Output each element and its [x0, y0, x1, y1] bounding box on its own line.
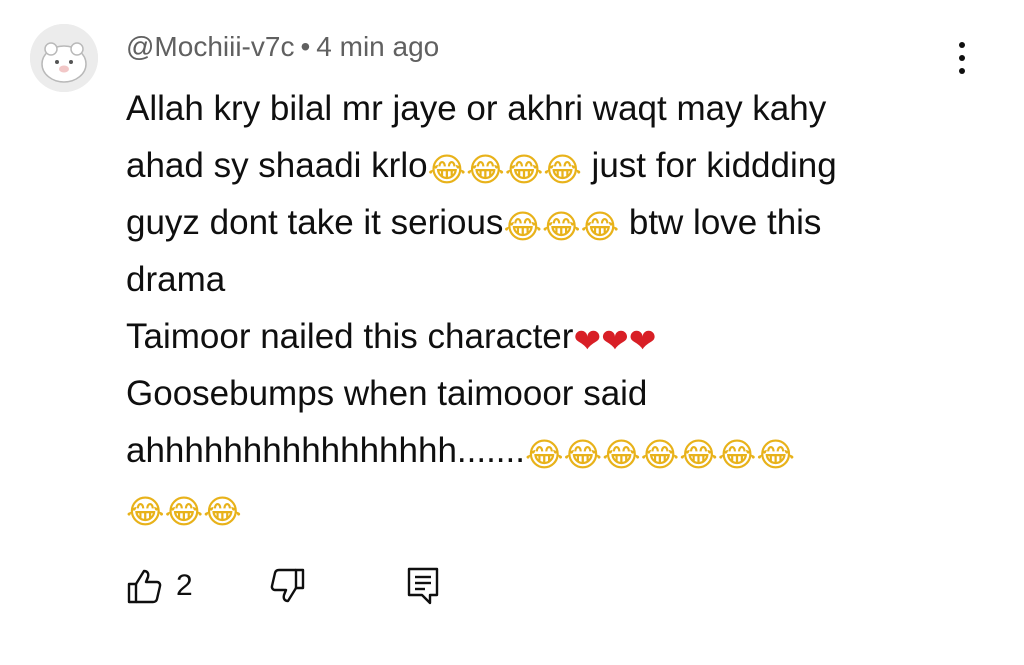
- thumbs-down-icon: [270, 568, 305, 603]
- thumbs-up-icon: [127, 569, 162, 604]
- comment-text: ahhhhhhhhhhhhhhhh.......: [126, 431, 525, 470]
- comment-text: ahad sy shaadi krlo: [126, 146, 428, 185]
- comment-body: Allah kry bilal mr jaye or akhri waqt ma…: [126, 80, 966, 536]
- comment-text: guyz dont take it serious: [126, 203, 504, 242]
- comment-line: Taimoor nailed this character❤❤❤: [126, 308, 966, 365]
- avatar-image: [30, 24, 98, 92]
- comment-meta: @Mochiii-v7c • 4 min ago: [126, 28, 439, 66]
- laughing-emoji: 😂: [756, 435, 795, 474]
- dislike-button[interactable]: [270, 566, 306, 606]
- more-vertical-icon-dot: [959, 55, 965, 61]
- laughing-emoji: 😂: [717, 435, 757, 474]
- laughing-emoji: 😂: [543, 150, 582, 189]
- comment-text: btw love this: [619, 203, 822, 242]
- red-heart-emoji: ❤: [573, 321, 602, 360]
- author-name[interactable]: @Mochiii-v7c: [126, 31, 294, 62]
- comment-line: guyz dont take it serious😂😂😂 btw love th…: [126, 194, 966, 251]
- laughing-emoji: 😂: [503, 207, 542, 246]
- reply-comment-icon: [407, 567, 439, 605]
- laughing-emoji: 😂: [542, 207, 581, 246]
- laughing-emoji: 😂: [580, 207, 620, 246]
- comment-text: Taimoor nailed this character: [126, 317, 574, 356]
- comment-text: Goosebumps when taimooor said: [126, 374, 648, 413]
- comment-line: ahad sy shaadi krlo😂😂😂😂 just for kidddin…: [126, 137, 966, 194]
- comment-line: drama: [126, 251, 966, 308]
- comment-text: Allah kry bilal mr jaye or akhri waqt ma…: [126, 89, 827, 128]
- more-vertical-icon: [959, 42, 965, 48]
- laughing-emoji: 😂: [164, 492, 204, 531]
- laughing-emoji: 😂: [427, 150, 467, 189]
- comment-line: 😂😂😂: [126, 479, 966, 536]
- red-heart-emoji: ❤: [601, 321, 629, 360]
- comment-line: Allah kry bilal mr jaye or akhri waqt ma…: [126, 80, 966, 137]
- more-actions-button[interactable]: [944, 38, 980, 78]
- like-button[interactable]: 2: [126, 566, 193, 606]
- laughing-emoji: 😂: [466, 150, 505, 189]
- laughing-emoji: 😂: [640, 435, 680, 474]
- comment-line: ahhhhhhhhhhhhhhhh.......😂😂😂😂😂😂😂: [126, 422, 966, 479]
- laughing-emoji: 😂: [563, 435, 603, 474]
- laughing-emoji: 😂: [602, 435, 641, 474]
- reply-button[interactable]: [406, 566, 440, 606]
- laughing-emoji: 😂: [679, 435, 718, 474]
- meta-separator: •: [300, 31, 311, 62]
- red-heart-emoji: ❤: [628, 321, 657, 360]
- like-count: 2: [176, 569, 193, 602]
- comment-time[interactable]: 4 min ago: [316, 31, 439, 62]
- avatar[interactable]: [30, 24, 98, 92]
- more-vertical-icon-dot: [959, 68, 965, 74]
- laughing-emoji: 😂: [524, 435, 564, 474]
- laughing-emoji: 😂: [203, 492, 242, 531]
- comment-text: just for kiddding: [581, 146, 837, 185]
- comment-text: drama: [126, 260, 226, 299]
- laughing-emoji: 😂: [126, 492, 165, 531]
- comment-line: Goosebumps when taimooor said: [126, 365, 966, 422]
- comment-item: @Mochiii-v7c • 4 min ago Allah kry bilal m…: [0, 0, 1024, 665]
- laughing-emoji: 😂: [504, 150, 544, 189]
